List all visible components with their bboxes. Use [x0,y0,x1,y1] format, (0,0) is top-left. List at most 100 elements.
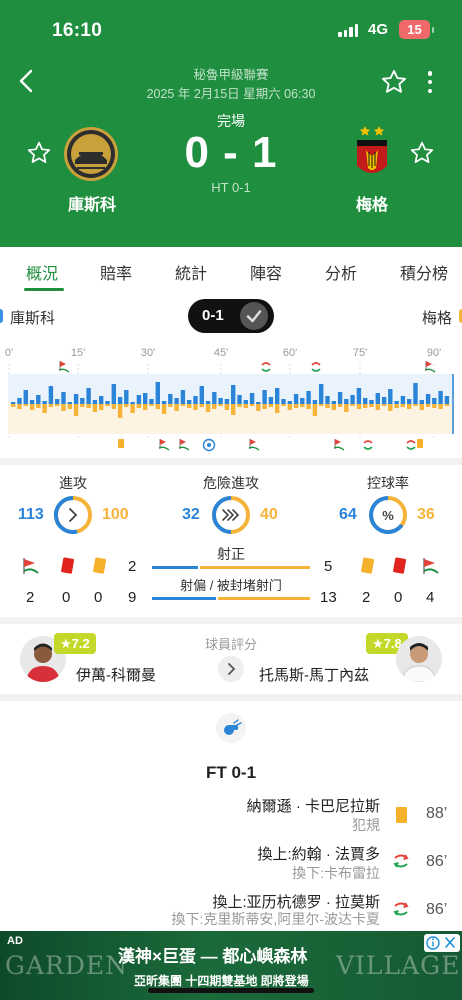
follow-away-icon[interactable] [409,140,435,166]
home-momentum-bar [80,398,85,404]
shots-off-label: 射偏 / 被封堵射门 [180,578,282,593]
away-momentum-bar [48,404,54,407]
away-momentum-bar [249,404,255,406]
home-color-marker [0,309,3,323]
home-momentum-bar [268,397,274,404]
away-momentum-bar [287,404,292,410]
home-player-name[interactable]: 伊萬-科爾曼 [76,664,156,685]
home-momentum-bar [419,400,424,404]
yellow-card-icon [396,807,407,823]
home-player-rating: ★7.2 [54,633,96,654]
home-momentum-bar [369,400,374,404]
follow-home-icon[interactable] [26,140,52,166]
substitution-icon [393,902,409,916]
tab-standings[interactable]: 積分榜 [400,260,448,284]
tab-odds[interactable]: 賠率 [100,260,132,284]
tab-overview[interactable]: 概況 [26,260,58,284]
home-momentum-bar [180,390,186,404]
away-team-logo[interactable] [352,124,392,182]
away-momentum-bar [105,404,110,406]
home-team-logo[interactable] [63,126,119,182]
home-momentum-bar [325,396,330,404]
timeline-score: 0-1 [202,307,224,324]
more-options-icon[interactable] [420,68,440,96]
yellow-card-icon [361,557,375,574]
favorite-match-icon[interactable] [380,68,408,96]
tab-active-indicator [24,288,64,291]
home-momentum-bar [243,400,248,404]
home-momentum-bar [17,398,22,404]
home-yellow-cards: 0 [94,589,103,606]
home-momentum-bar [55,399,60,404]
timeline-score-pill[interactable]: 0-1 [188,299,274,333]
signal-icon [338,24,358,37]
possession-away-value: 36 [417,506,435,523]
home-red-cards: 0 [62,589,71,606]
home-momentum-bar [99,396,104,404]
away-momentum-bar [205,404,211,412]
dangerous-home-value: 32 [182,506,200,523]
home-momentum-bar [331,401,336,404]
red-card-icon [393,557,407,574]
home-momentum-bar [438,391,443,404]
attack-away-value: 100 [102,506,129,523]
svg-text:%: % [382,508,394,523]
timeline-home-name: 庫斯科 [10,310,56,327]
home-indicator [148,988,314,993]
away-momentum-bar [55,404,60,406]
away-momentum-bar [363,404,368,408]
away-momentum-bar [149,404,154,406]
away-momentum-bar [413,404,418,406]
home-momentum-bar [231,385,236,404]
substitution-marker [311,362,321,372]
home-momentum-bar [205,401,211,404]
player-rating-card[interactable]: 球員評分 ★7.2 伊萬-科爾曼 托馬斯-馬丁內茲 ★7.8 [0,624,462,694]
away-momentum-bar [143,404,148,410]
tab-stats[interactable]: 統計 [175,260,207,284]
ad-close-icon[interactable] [424,934,460,952]
away-momentum-bar [80,404,85,407]
status-bar: 16:10 4G 15 [0,18,462,44]
home-momentum-bar [218,398,223,404]
home-momentum-bar [400,396,406,404]
away-momentum-bar [136,404,142,408]
home-team-name[interactable]: 庫斯科 [48,191,136,215]
home-momentum-bar [293,394,299,404]
tab-lineup[interactable]: 陣容 [250,260,282,284]
home-momentum-bar [312,400,318,404]
status-time: 16:10 [52,20,103,41]
away-player-name[interactable]: 托馬斯-馬丁內茲 [259,664,369,685]
away-player-avatar[interactable] [396,636,442,682]
possession-label: 控球率 [367,475,409,491]
away-team-name[interactable]: 梅格 [328,191,416,215]
away-momentum-bar [218,404,223,406]
home-momentum-bar [337,392,343,404]
chevron-right-icon[interactable] [218,656,244,682]
timeline-tick-label: 15' [71,347,85,359]
away-momentum-bar [23,404,28,406]
event-player[interactable]: 納爾遜 · 卡巴尼拉斯 [247,795,380,816]
tab-analysis[interactable]: 分析 [325,260,357,284]
home-momentum-bar [444,396,450,404]
away-momentum-bar [444,404,450,406]
away-momentum-bar [11,404,16,407]
substitution-marker [363,440,373,450]
home-momentum-bar [350,395,355,404]
away-momentum-bar [268,404,274,407]
home-momentum-bar [306,391,311,404]
home-momentum-bar [136,395,142,404]
away-momentum-bar [92,404,98,412]
away-momentum-bar [432,404,437,408]
away-momentum-bar [369,404,374,407]
home-momentum-bar [432,398,437,404]
away-momentum-bar [124,404,129,407]
away-momentum-bar [42,404,47,413]
event-sub-in[interactable]: 換上:約翰 · 法賈多 [258,843,381,864]
tab-bar: 概況 賠率 統計 陣容 分析 積分榜 [0,247,462,292]
checkmark-icon [240,302,268,330]
ad-title: 漢神×巨蛋 — 都心嶼森林 [118,947,308,966]
away-momentum-bar [155,404,160,409]
home-momentum-bar [149,399,154,404]
away-momentum-bar [168,404,173,407]
whistle-icon [216,713,246,743]
